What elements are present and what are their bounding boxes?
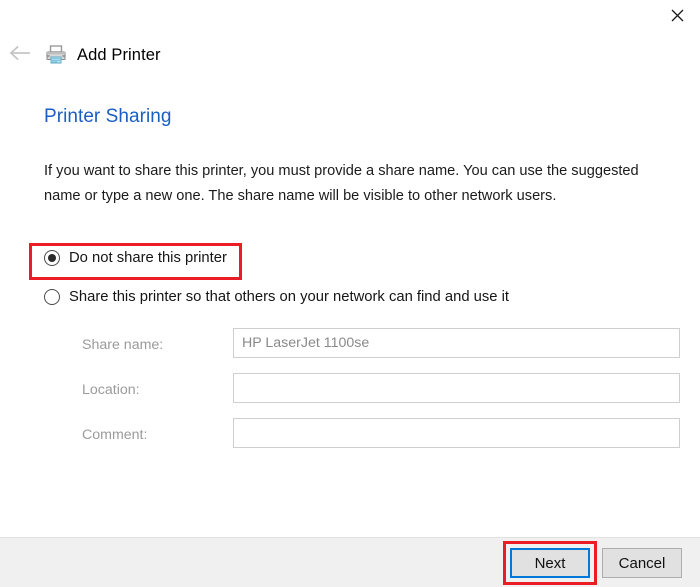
radio-share[interactable]: Share this printer so that others on you… [44,289,509,305]
cancel-button[interactable]: Cancel [602,548,682,578]
comment-input[interactable] [233,418,680,448]
radio-do-not-share-label: Do not share this printer [69,250,227,266]
dialog-content: Printer Sharing If you want to share thi… [0,0,700,537]
radio-share-label: Share this printer so that others on you… [69,289,510,305]
share-details-form: Share name: Location: Comment: [0,328,700,463]
location-label: Location: [82,382,140,398]
next-button[interactable]: Next [510,548,590,578]
page-title: Printer Sharing [44,106,172,127]
page-description: If you want to share this printer, you m… [44,163,639,204]
radio-do-not-share[interactable]: Do not share this printer [44,250,227,266]
comment-label: Comment: [82,427,148,443]
radio-selected-icon [44,250,60,266]
field-row-comment: Comment: [0,418,700,463]
field-row-location: Location: [0,373,700,418]
field-row-share-name: Share name: [0,328,700,373]
radio-unselected-icon [44,289,60,305]
location-input[interactable] [233,373,680,403]
share-name-label: Share name: [82,337,164,353]
share-name-input[interactable] [233,328,680,358]
dialog-footer: Next Cancel [0,537,700,587]
